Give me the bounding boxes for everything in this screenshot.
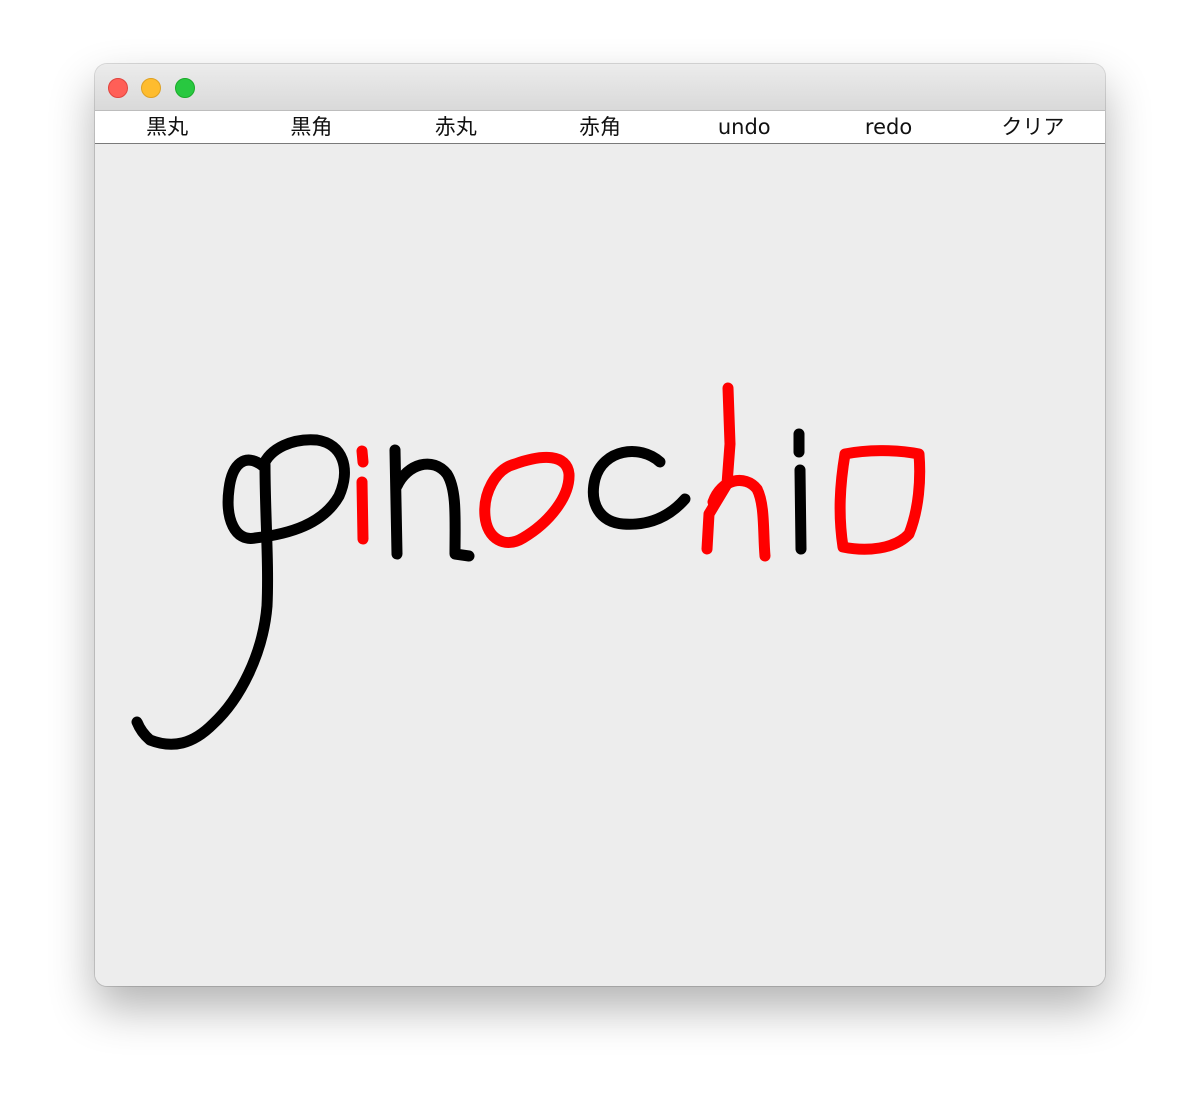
redo-button[interactable]: redo (816, 111, 960, 143)
stroke-p-stem (131, 459, 274, 750)
red-square-button[interactable]: 赤角 (528, 111, 672, 143)
title-bar[interactable] (95, 64, 1105, 111)
black-square-button[interactable]: 黒角 (239, 111, 383, 143)
stroke-o-red-2 (834, 445, 926, 555)
app-window: 黒丸 黒角 赤丸 赤角 undo redo クリア (95, 64, 1105, 986)
stroke-i-red-stem (356, 476, 369, 545)
stroke-n-stem (389, 444, 403, 560)
stroke-i-black-stem (794, 464, 807, 555)
close-window-button[interactable] (108, 78, 128, 98)
stroke-p-bowl (222, 434, 350, 544)
stroke-o-red (479, 451, 575, 548)
black-circle-button[interactable]: 黒丸 (95, 111, 239, 143)
zoom-window-button[interactable] (175, 78, 195, 98)
stroke-h-arch (707, 475, 771, 562)
stroke-i-red-dot (356, 445, 369, 468)
undo-button[interactable]: undo (672, 111, 816, 143)
minimize-window-button[interactable] (141, 78, 161, 98)
drawing-surface (131, 382, 926, 750)
toolbar: 黒丸 黒角 赤丸 赤角 undo redo クリア (95, 111, 1105, 144)
stroke-c (587, 446, 691, 530)
red-circle-button[interactable]: 赤丸 (384, 111, 528, 143)
clear-button[interactable]: クリア (961, 111, 1105, 143)
drawing-canvas[interactable] (95, 144, 1105, 986)
stroke-h-stem (701, 382, 736, 555)
stroke-n-arch (391, 458, 475, 562)
